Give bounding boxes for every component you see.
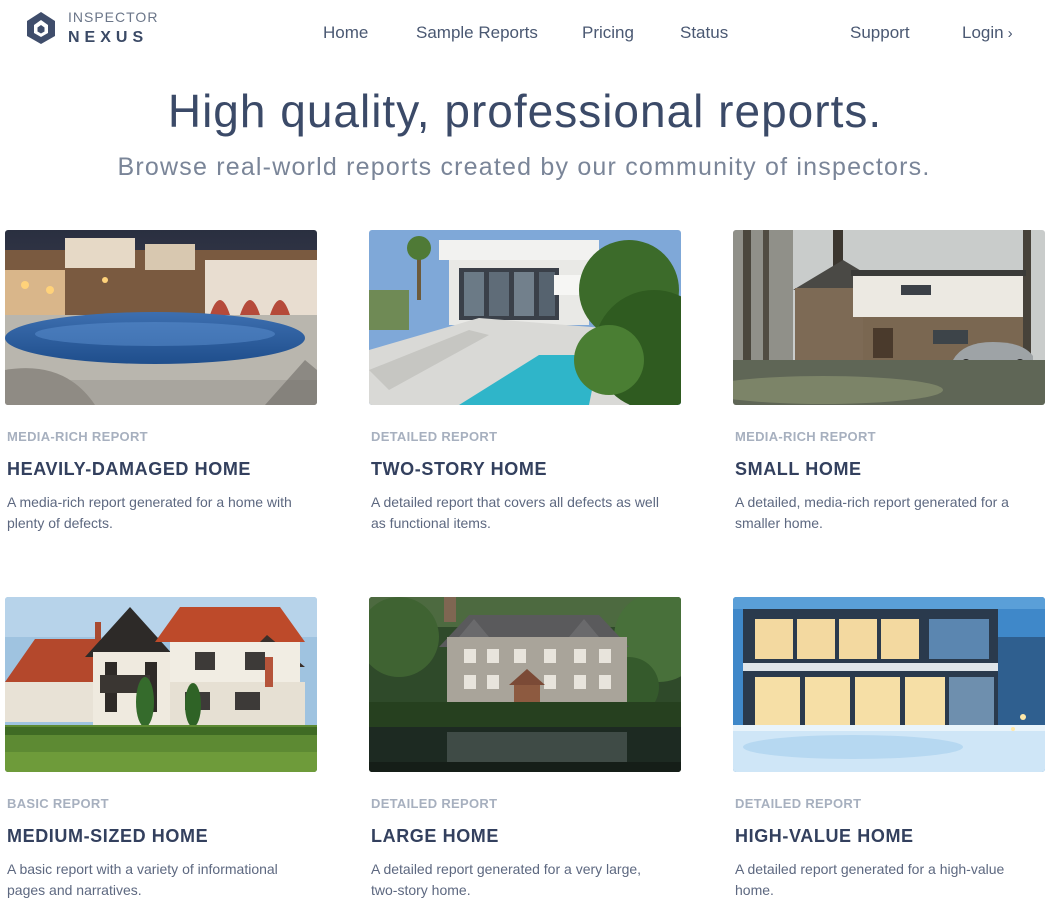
report-description: A media-rich report generated for a home… [7, 494, 292, 531]
report-type-label: MEDIA-RICH REPORT [735, 429, 876, 444]
report-card-large-home[interactable]: DETAILED REPORT LARGE HOME A detailed re… [369, 597, 681, 901]
report-type-label: MEDIA-RICH REPORT [7, 429, 148, 444]
house-logo-icon [27, 12, 55, 44]
report-card-small-home[interactable]: MEDIA-RICH REPORT SMALL HOME A detailed,… [733, 230, 1045, 534]
report-title[interactable]: MEDIUM-SIZED HOME [7, 826, 317, 847]
report-description: A detailed report generated for a very l… [371, 861, 642, 898]
nav-pricing[interactable]: Pricing [582, 23, 634, 43]
report-card-medium-sized-home[interactable]: BASIC REPORT MEDIUM-SIZED HOME A basic r… [5, 597, 317, 901]
report-description: A detailed report that covers all defect… [371, 494, 659, 531]
nav-home[interactable]: Home [323, 23, 368, 43]
report-title[interactable]: SMALL HOME [735, 459, 1045, 480]
report-type-label: BASIC REPORT [7, 796, 109, 811]
brand-name-top: INSPECTOR [68, 9, 159, 25]
report-title[interactable]: HIGH-VALUE HOME [735, 826, 1045, 847]
report-card-two-story-home[interactable]: DETAILED REPORT TWO-STORY HOME A detaile… [369, 230, 681, 534]
report-image-manor-lake [369, 597, 681, 772]
report-image-modern-house [369, 230, 681, 405]
report-image-pool-villa [5, 230, 317, 405]
page-subtitle: Browse real-world reports created by our… [117, 153, 931, 181]
report-image-lit-modern-house [733, 597, 1045, 772]
report-card-high-value-home[interactable]: DETAILED REPORT HIGH-VALUE HOME A detail… [733, 597, 1045, 901]
report-description: A detailed, media-rich report generated … [735, 494, 1009, 531]
nav-status[interactable]: Status [680, 23, 728, 43]
nav-login[interactable]: Login › [962, 23, 1013, 43]
brand-name-bottom: NEXUS [68, 29, 149, 46]
report-type-label: DETAILED REPORT [371, 429, 498, 444]
report-card-heavily-damaged-home[interactable]: MEDIA-RICH REPORT HEAVILY-DAMAGED HOME A… [5, 230, 317, 534]
page-title: High quality, professional reports. [167, 85, 883, 137]
site-header: INSPECTOR NEXUS Home Sample Reports Pric… [0, 0, 1055, 64]
report-image-tudor-house [5, 597, 317, 772]
nav-login-label: Login [962, 23, 1004, 42]
report-type-label: DETAILED REPORT [735, 796, 862, 811]
report-title[interactable]: LARGE HOME [371, 826, 681, 847]
brand-logo[interactable]: INSPECTOR NEXUS [26, 10, 158, 46]
report-type-label: DETAILED REPORT [371, 796, 498, 811]
chevron-right-icon: › [1007, 25, 1013, 42]
report-description: A detailed report generated for a high-v… [735, 861, 1005, 898]
report-description: A basic report with a variety of informa… [7, 861, 278, 898]
report-image-stone-house [733, 230, 1045, 405]
report-title[interactable]: TWO-STORY HOME [371, 459, 681, 480]
nav-support[interactable]: Support [850, 23, 910, 43]
nav-sample-reports[interactable]: Sample Reports [416, 23, 538, 43]
report-title[interactable]: HEAVILY-DAMAGED HOME [7, 459, 317, 480]
